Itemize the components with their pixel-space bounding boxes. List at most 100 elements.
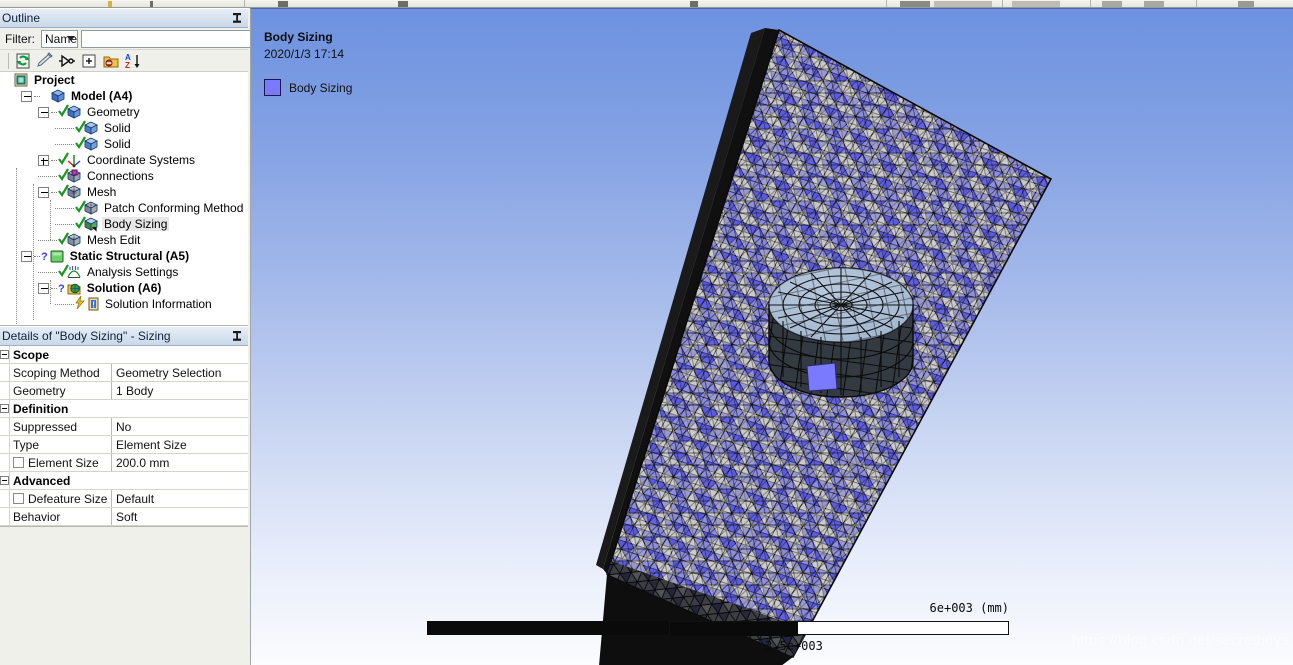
tree-item-solution-a6[interactable]: ? Solution (A6) — [0, 280, 248, 296]
details-field-label: Element Size — [28, 455, 99, 470]
tree-item-mesh[interactable]: Mesh — [0, 184, 248, 200]
tree-item-geometry[interactable]: Geometry — [0, 104, 248, 120]
settings-icon — [66, 264, 82, 280]
details-row[interactable]: Suppressed No — [0, 418, 248, 436]
toolbar-ghost-icon[interactable] — [1238, 1, 1254, 7]
geometry-icon — [66, 104, 82, 120]
details-field-value[interactable]: Geometry Selection — [112, 364, 248, 381]
expand-all-icon[interactable] — [79, 51, 99, 71]
tree-expander[interactable] — [21, 90, 32, 102]
mesh-model-render[interactable] — [251, 9, 1293, 665]
toolbar-ghost-icon[interactable] — [108, 1, 112, 7]
tree-expander[interactable] — [38, 282, 49, 294]
details-field-value[interactable]: 1 Body — [112, 382, 248, 399]
details-row[interactable]: Behavior Soft — [0, 508, 248, 526]
details-grid[interactable]: Scope Scoping Method Geometry Selection Geo… — [0, 346, 248, 527]
tree-expander[interactable] — [21, 250, 32, 262]
tree-item-label: Mesh Edit — [87, 233, 141, 247]
details-row[interactable]: Element Size 200.0 mm — [0, 454, 248, 472]
edit-icon[interactable] — [35, 51, 55, 71]
details-collapse-toggle[interactable] — [0, 400, 10, 417]
viewport-legend[interactable]: Body Sizing — [264, 79, 352, 96]
details-field-value[interactable]: Default — [112, 490, 248, 507]
details-field-value[interactable]: No — [112, 418, 248, 435]
svg-text:!: ! — [92, 300, 95, 309]
details-checkbox[interactable] — [13, 493, 24, 504]
details-collapse-toggle[interactable] — [0, 472, 10, 489]
tree-item-body-sizing[interactable]: ◥ Body Sizing — [0, 216, 248, 233]
toolbar-ghost-icon[interactable] — [1102, 1, 1122, 7]
sort-az-icon[interactable]: A Z — [123, 51, 143, 71]
svg-text:Z: Z — [125, 61, 130, 70]
analysis-icon — [49, 248, 65, 264]
details-row[interactable]: Defeature Size Default — [0, 490, 248, 508]
tree-item-connections[interactable]: Connections — [0, 168, 248, 184]
tree-item-model-a4[interactable]: Model (A4) — [0, 88, 248, 104]
pin-icon[interactable] — [230, 11, 244, 25]
tree-item-mesh-edit[interactable]: Mesh Edit — [0, 232, 248, 248]
tree-item-project[interactable]: Project — [0, 72, 248, 88]
details-title-text: Details of "Body Sizing" - Sizing — [2, 329, 171, 343]
tree-item-solid[interactable]: Solid — [0, 136, 248, 152]
tree-status-icon — [75, 295, 85, 312]
details-field-value[interactable]: Soft — [112, 508, 248, 525]
details-row[interactable]: Geometry 1 Body — [0, 382, 248, 400]
toolbar-ghost-icon[interactable] — [1144, 1, 1164, 7]
scale-bar-mid-label: 3.5e+003 — [765, 639, 823, 653]
pin-icon[interactable] — [230, 329, 244, 343]
tree-item-solid[interactable]: Solid — [0, 120, 248, 136]
chevron-down-icon[interactable] — [67, 35, 76, 41]
tree-expander[interactable] — [38, 186, 49, 198]
tree-expander[interactable] — [38, 106, 49, 118]
tree-status-icon — [58, 152, 69, 168]
toolbar-ghost-icon[interactable] — [398, 1, 408, 7]
details-field-label: Behavior — [13, 509, 61, 524]
toolbar-ghost-icon[interactable] — [150, 1, 153, 7]
tree-item-coordinate-systems[interactable]: Coordinate Systems — [0, 152, 248, 168]
tree-item-analysis-settings[interactable]: Analysis Settings — [0, 264, 248, 280]
refresh-icon[interactable] — [13, 51, 33, 71]
details-field-name: Behavior — [10, 508, 112, 525]
details-field-label: Geometry — [13, 383, 66, 398]
toolbar-ghost-icon[interactable] — [900, 1, 930, 7]
mesh-method-icon — [83, 200, 99, 216]
folder-icon[interactable] — [101, 51, 121, 71]
filter-select[interactable]: Name — [41, 29, 79, 48]
toolbar-ghost-icon[interactable] — [1012, 1, 1060, 7]
details-field-value[interactable]: 200.0 mm — [112, 454, 248, 471]
tree-item-label: Coordinate Systems — [87, 153, 196, 167]
ansys-mechanical-window: Outline Filter: Name A Z Project Model (… — [0, 0, 1293, 665]
toolbar-separator — [886, 0, 887, 7]
filter-input[interactable] — [81, 29, 265, 48]
toolbar-ghost-icon[interactable] — [690, 1, 698, 7]
connections-icon — [66, 168, 82, 184]
probe-icon[interactable] — [57, 51, 77, 71]
details-row[interactable]: Scoping Method Geometry Selection — [0, 364, 248, 382]
scale-bar: 6e+003 (mm) 3.5e+003 — [427, 601, 1009, 653]
toolbar-ghost-icon[interactable] — [278, 1, 288, 7]
tree-item-solution-information[interactable]: ! Solution Information — [0, 295, 248, 312]
tree-expander[interactable] — [38, 154, 49, 166]
project-icon — [13, 72, 29, 88]
graphics-viewport[interactable]: Body Sizing 2020/1/3 17:14 Body Sizing 6… — [250, 8, 1293, 665]
tree-status-icon — [75, 120, 86, 136]
details-field-name: Type — [10, 436, 112, 453]
details-field-label: Scoping Method — [13, 365, 100, 380]
tree-status-icon — [58, 184, 69, 200]
details-collapse-toggle[interactable] — [0, 346, 10, 363]
details-field-value[interactable]: Element Size — [112, 436, 248, 453]
toolbar-separator — [1196, 0, 1197, 7]
outline-tree[interactable]: Project Model (A4) Geometry Solid Solid Coord… — [0, 72, 248, 326]
tree-status-icon — [75, 136, 86, 152]
tree-item-patch-conforming-method[interactable]: Patch Conforming Method — [0, 200, 248, 216]
details-checkbox[interactable] — [13, 457, 24, 468]
body-sizing-icon: ◥ — [83, 216, 99, 233]
scale-bar-box — [669, 621, 1009, 636]
details-field-label: Defeature Size — [28, 491, 108, 506]
toolbar-ghost-icon[interactable] — [934, 1, 992, 7]
details-field-name: Geometry — [10, 382, 112, 399]
details-row[interactable]: Type Element Size — [0, 436, 248, 454]
tree-item-static-structural-a5[interactable]: ? Static Structural (A5) — [0, 248, 248, 264]
solid-icon — [83, 136, 99, 152]
details-field-label: Suppressed — [13, 419, 78, 434]
